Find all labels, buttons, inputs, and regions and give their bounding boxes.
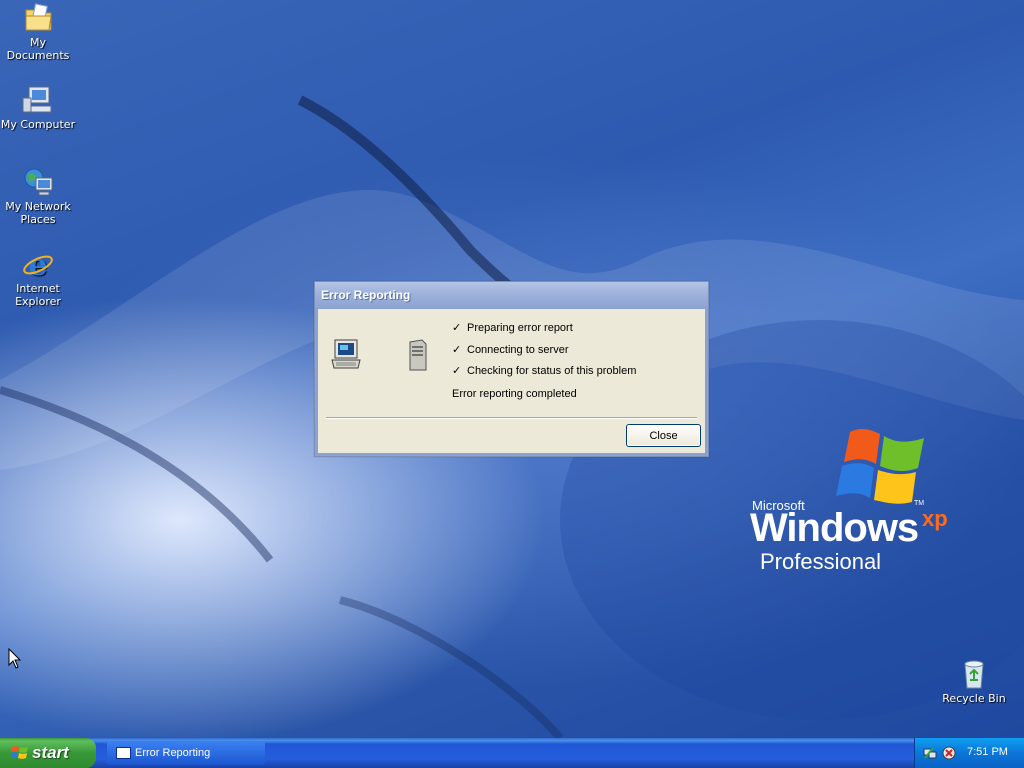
window-icon bbox=[116, 747, 131, 759]
desktop-icon-label: Recycle Bin bbox=[942, 692, 1006, 705]
status-text: Error reporting completed bbox=[452, 388, 577, 400]
network-icon[interactable] bbox=[923, 746, 937, 760]
desktop-icon-label: Internet Explorer bbox=[15, 282, 61, 308]
logo-windows-text: Windows bbox=[750, 506, 919, 550]
desktop-icon-recycle-bin[interactable]: Recycle Bin bbox=[936, 658, 1012, 705]
computer-icon bbox=[331, 339, 361, 369]
desktop: My Documents My Computer My Network Plac… bbox=[0, 0, 1024, 738]
step-item: ✓ Preparing error report bbox=[452, 321, 636, 343]
step-label: Preparing error report bbox=[467, 322, 573, 334]
dialog-title-bar[interactable]: Error Reporting bbox=[315, 282, 708, 309]
desktop-icon-my-documents[interactable]: My Documents bbox=[0, 2, 76, 62]
close-button[interactable]: Close bbox=[626, 424, 701, 447]
step-label: Checking for status of this problem bbox=[467, 365, 637, 377]
desktop-icon-label: My Documents bbox=[6, 36, 70, 62]
computer-icon bbox=[22, 86, 52, 113]
start-button[interactable]: start bbox=[0, 738, 96, 768]
logo-xp-text: xp bbox=[922, 506, 948, 531]
desktop-icon-label: My Computer bbox=[0, 118, 76, 131]
desktop-icon-my-network-places[interactable]: My Network Places bbox=[0, 166, 76, 226]
clock[interactable]: 7:51 PM bbox=[967, 746, 1008, 758]
dialog-body: ✓ Preparing error report ✓ Connecting to s… bbox=[315, 309, 708, 456]
network-places-icon bbox=[24, 168, 53, 196]
separator bbox=[326, 417, 697, 419]
taskbar-item-error-reporting[interactable]: Error Reporting bbox=[107, 741, 265, 765]
logo-edition-text: Professional bbox=[760, 549, 882, 574]
folder-documents-icon bbox=[25, 3, 52, 31]
desktop-icon-internet-explorer[interactable]: e Internet Explorer bbox=[0, 248, 76, 308]
checkmark-icon: ✓ bbox=[452, 322, 462, 334]
progress-steps: ✓ Preparing error report ✓ Connecting to s… bbox=[452, 321, 636, 386]
desktop-icon-my-computer[interactable]: My Computer bbox=[0, 84, 76, 131]
start-label: start bbox=[32, 743, 69, 762]
server-icon bbox=[409, 339, 427, 371]
windows-flag-icon bbox=[11, 746, 28, 759]
system-tray: 7:51 PM bbox=[914, 738, 1024, 768]
checkmark-icon: ✓ bbox=[452, 365, 462, 377]
internet-explorer-icon: e bbox=[23, 248, 53, 280]
mouse-cursor-icon bbox=[8, 648, 22, 669]
checkmark-icon: ✓ bbox=[452, 343, 462, 356]
taskbar: start Error Reporting 7:51 PM bbox=[0, 738, 1024, 768]
step-item: ✓ Connecting to server bbox=[452, 343, 636, 365]
desktop-icon-label: My Network Places bbox=[5, 200, 71, 226]
step-item: ✓ Checking for status of this problem bbox=[452, 364, 636, 386]
windows-xp-logo: Microsoft TM Windows xp Professional bbox=[748, 424, 968, 584]
taskbar-item-label: Error Reporting bbox=[135, 747, 211, 759]
recycle-bin-icon bbox=[964, 660, 984, 689]
svg-text:e: e bbox=[28, 248, 47, 280]
dialog-title: Error Reporting bbox=[321, 288, 411, 302]
security-alert-icon[interactable] bbox=[942, 746, 956, 760]
windows-flag-icon bbox=[836, 428, 924, 504]
step-label: Connecting to server bbox=[467, 343, 569, 356]
error-reporting-dialog: Error Reporting ✓ Preparing error report bbox=[314, 281, 709, 457]
